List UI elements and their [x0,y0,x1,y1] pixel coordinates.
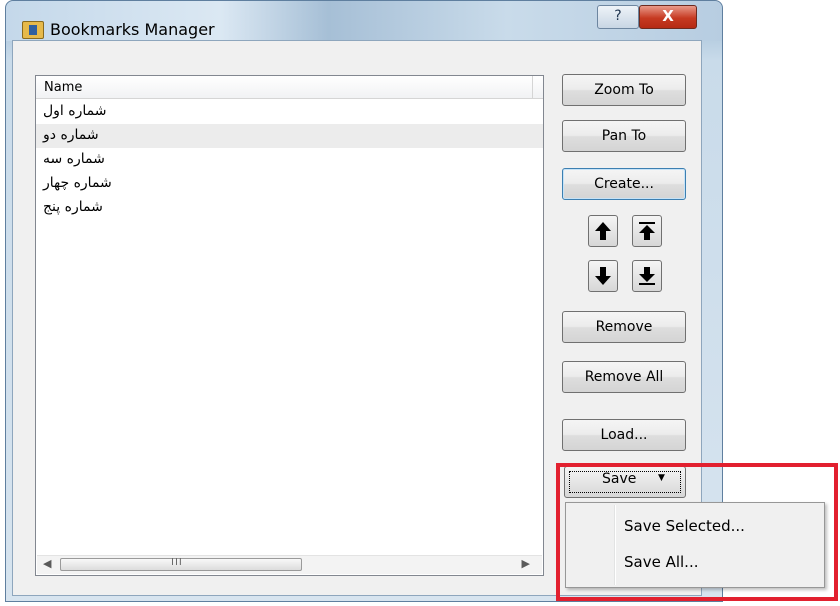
annotation-highlight-box [556,463,838,601]
column-header-name[interactable]: Name [44,80,82,95]
scroll-left-icon[interactable]: ◀ [43,557,51,570]
scroll-thumb[interactable]: III [60,557,302,571]
horizontal-scrollbar[interactable]: ◀ III ▶ [37,555,542,574]
close-button[interactable]: X [639,5,697,29]
remove-button[interactable]: Remove [562,311,686,343]
list-item-label: شماره چهار [43,175,112,191]
column-divider[interactable] [532,76,533,98]
window-title: Bookmarks Manager [50,20,215,39]
remove-all-button[interactable]: Remove All [562,361,686,393]
move-to-bottom-icon [639,267,655,285]
help-button[interactable]: ? [597,5,639,29]
title-bar[interactable]: Bookmarks Manager ? X [6,1,722,41]
list-item-label: شماره سه [43,151,105,167]
list-item-label: شماره اول [43,103,107,119]
list-rows: شماره اول شماره دو شماره سه شماره چهار ش… [36,100,543,220]
load-button[interactable]: Load... [562,419,686,451]
list-item-selected[interactable]: شماره دو [36,124,543,148]
move-to-top-button[interactable] [632,215,662,247]
list-item-label: شماره دو [43,127,99,143]
move-to-top-icon [639,222,655,240]
move-down-button[interactable] [588,260,618,292]
bookmarks-list[interactable]: Name شماره اول شماره دو شماره سه شماره چ… [35,75,544,576]
scroll-grip: III [171,557,183,568]
move-up-button[interactable] [588,215,618,247]
move-to-bottom-button[interactable] [632,260,662,292]
scroll-right-icon[interactable]: ▶ [522,557,530,570]
list-item[interactable]: شماره چهار [36,172,543,196]
list-item-label: شماره پنج [43,199,103,215]
move-up-icon [595,222,611,240]
list-item[interactable]: شماره سه [36,148,543,172]
list-header: Name [36,76,543,99]
bookmarks-app-icon [22,21,44,39]
create-button[interactable]: Create... [562,168,686,200]
list-item[interactable]: شماره اول [36,100,543,124]
move-down-icon [595,267,611,285]
pan-to-button[interactable]: Pan To [562,120,686,152]
list-item[interactable]: شماره پنج [36,196,543,220]
zoom-to-button[interactable]: Zoom To [562,74,686,106]
